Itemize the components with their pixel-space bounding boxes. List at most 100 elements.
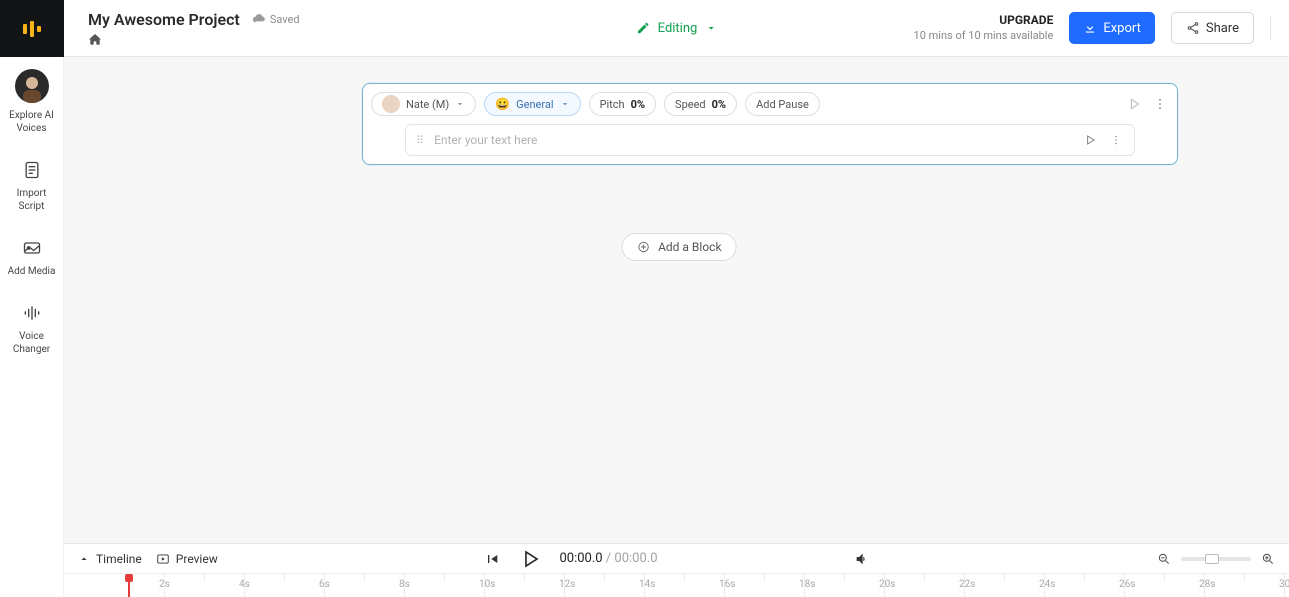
sidebar-item-explore-voices[interactable]: Explore AI Voices	[0, 57, 64, 147]
voice-name: Nate (M)	[406, 98, 449, 111]
speed-value: 0%	[712, 98, 726, 111]
left-rail: Explore AI Voices Import Script Add Medi…	[0, 0, 64, 597]
voice-avatar-icon	[382, 95, 400, 113]
play-outline-icon	[1083, 133, 1097, 147]
mode-label: Editing	[658, 21, 698, 36]
ruler-tick-label: 28s	[1199, 579, 1215, 590]
block-more-button[interactable]	[1151, 95, 1169, 113]
sidebar-item-import-script[interactable]: Import Script	[0, 147, 64, 225]
speed-pill[interactable]: Speed 0%	[664, 92, 737, 116]
header: My Awesome Project Saved Editing UPGRADE	[64, 0, 1289, 57]
ruler-tick-label: 22s	[959, 579, 975, 590]
sidebar-item-label: Explore AI Voices	[9, 109, 54, 135]
time-display: 00:00.0 / 00:00.0	[559, 551, 657, 566]
sidebar-item-add-media[interactable]: Add Media	[0, 225, 64, 290]
speed-label: Speed	[675, 98, 706, 111]
add-block-button[interactable]: Add a Block	[621, 233, 736, 261]
script-icon	[21, 159, 43, 181]
ruler-tick: 14s	[644, 574, 645, 597]
playhead[interactable]	[128, 574, 130, 597]
ruler-minor-tick	[1004, 574, 1005, 582]
upgrade-box[interactable]: UPGRADE 10 mins of 10 mins available	[914, 13, 1054, 43]
ruler-tick-label: 4s	[239, 579, 250, 590]
timeline-toggle[interactable]: Timeline	[78, 552, 142, 566]
ruler-tick: 24s	[1044, 574, 1045, 597]
ruler-minor-tick	[1084, 574, 1085, 582]
rewind-button[interactable]	[483, 551, 499, 567]
logo[interactable]	[0, 0, 64, 57]
ruler-tick-label: 18s	[799, 579, 815, 590]
project-title[interactable]: My Awesome Project	[88, 10, 240, 29]
ruler-minor-tick	[604, 574, 605, 582]
zoom-slider-thumb[interactable]	[1205, 554, 1219, 564]
ruler-tick: 22s	[964, 574, 965, 597]
share-label: Share	[1206, 21, 1239, 36]
text-input[interactable]	[434, 133, 1072, 147]
share-button[interactable]: Share	[1171, 12, 1254, 44]
ruler-tick-label: 26s	[1119, 579, 1135, 590]
text-row: ⠿	[405, 124, 1135, 156]
play-icon	[517, 547, 541, 571]
ruler-tick: 28s	[1204, 574, 1205, 597]
volume-icon	[854, 551, 870, 567]
zoom-out-icon	[1157, 552, 1171, 566]
avatar-icon	[15, 69, 49, 103]
chevron-down-icon	[455, 99, 465, 109]
ruler-tick: 10s	[484, 574, 485, 597]
line-more-button[interactable]	[1108, 132, 1124, 148]
ruler-tick: 26s	[1124, 574, 1125, 597]
ruler-tick-label: 8s	[399, 579, 410, 590]
chevron-down-icon	[705, 22, 717, 34]
zoom-out-button[interactable]	[1157, 552, 1171, 566]
sidebar-item-voice-changer[interactable]: Voice Changer	[0, 290, 64, 368]
play-line-button[interactable]	[1082, 132, 1098, 148]
preview-icon	[156, 552, 170, 566]
ruler-tick: 4s	[244, 574, 245, 597]
ruler-minor-tick	[1164, 574, 1165, 582]
preview-toggle[interactable]: Preview	[156, 552, 218, 566]
timeline-ruler[interactable]: 2s 4s 6s 8s 10s 12s 14s 16s 18s 20s 22s 24s 26s 28s 30…	[64, 573, 1289, 597]
upgrade-label: UPGRADE	[914, 13, 1054, 29]
saved-label: Saved	[270, 13, 300, 26]
ruler-tick: 12s	[564, 574, 565, 597]
add-pause-button[interactable]: Add Pause	[745, 92, 820, 116]
pitch-label: Pitch	[600, 98, 625, 111]
zoom-in-button[interactable]	[1261, 552, 1275, 566]
ruler-tick-label: 10s	[479, 579, 495, 590]
ruler-tick-label: 24s	[1039, 579, 1055, 590]
ruler-minor-tick	[764, 574, 765, 582]
volume-button[interactable]	[854, 551, 870, 567]
pitch-pill[interactable]: Pitch 0%	[589, 92, 656, 116]
export-label: Export	[1103, 21, 1141, 36]
emoji-icon: 😀	[495, 97, 510, 111]
more-vertical-icon	[1110, 134, 1122, 146]
drag-handle-icon[interactable]: ⠿	[416, 134, 424, 147]
ruler-tick: 20s	[884, 574, 885, 597]
zoom-slider[interactable]	[1181, 557, 1251, 561]
plus-circle-icon	[636, 240, 650, 254]
export-button[interactable]: Export	[1069, 12, 1155, 44]
ruler-tick-label: 2s	[159, 579, 170, 590]
skip-previous-icon	[483, 551, 499, 567]
ruler-tick-label: 16s	[719, 579, 735, 590]
ruler-minor-tick	[524, 574, 525, 582]
ruler-tick: 6s	[324, 574, 325, 597]
voice-block: Nate (M) 😀 General Pitch 0% Speed 0	[362, 83, 1178, 165]
ruler-minor-tick	[204, 574, 205, 582]
ruler-tick-label: 14s	[639, 579, 655, 590]
ruler-minor-tick	[1244, 574, 1245, 582]
play-button[interactable]	[517, 547, 541, 571]
sidebar-item-label: Voice Changer	[13, 330, 50, 356]
mode-switch[interactable]: Editing	[636, 21, 718, 36]
elapsed-time: 00:00.0	[559, 551, 602, 566]
workspace: Nate (M) 😀 General Pitch 0% Speed 0	[64, 57, 1289, 543]
add-block-label: Add a Block	[658, 240, 721, 254]
emotion-pill[interactable]: 😀 General	[484, 92, 580, 116]
home-button[interactable]	[87, 33, 103, 47]
voice-pill[interactable]: Nate (M)	[371, 92, 476, 116]
play-outline-icon	[1126, 96, 1142, 112]
play-block-button[interactable]	[1125, 95, 1143, 113]
ruler-tick: 16s	[724, 574, 725, 597]
ruler-minor-tick	[364, 574, 365, 582]
ruler-tick-label: 30s	[1279, 579, 1289, 590]
